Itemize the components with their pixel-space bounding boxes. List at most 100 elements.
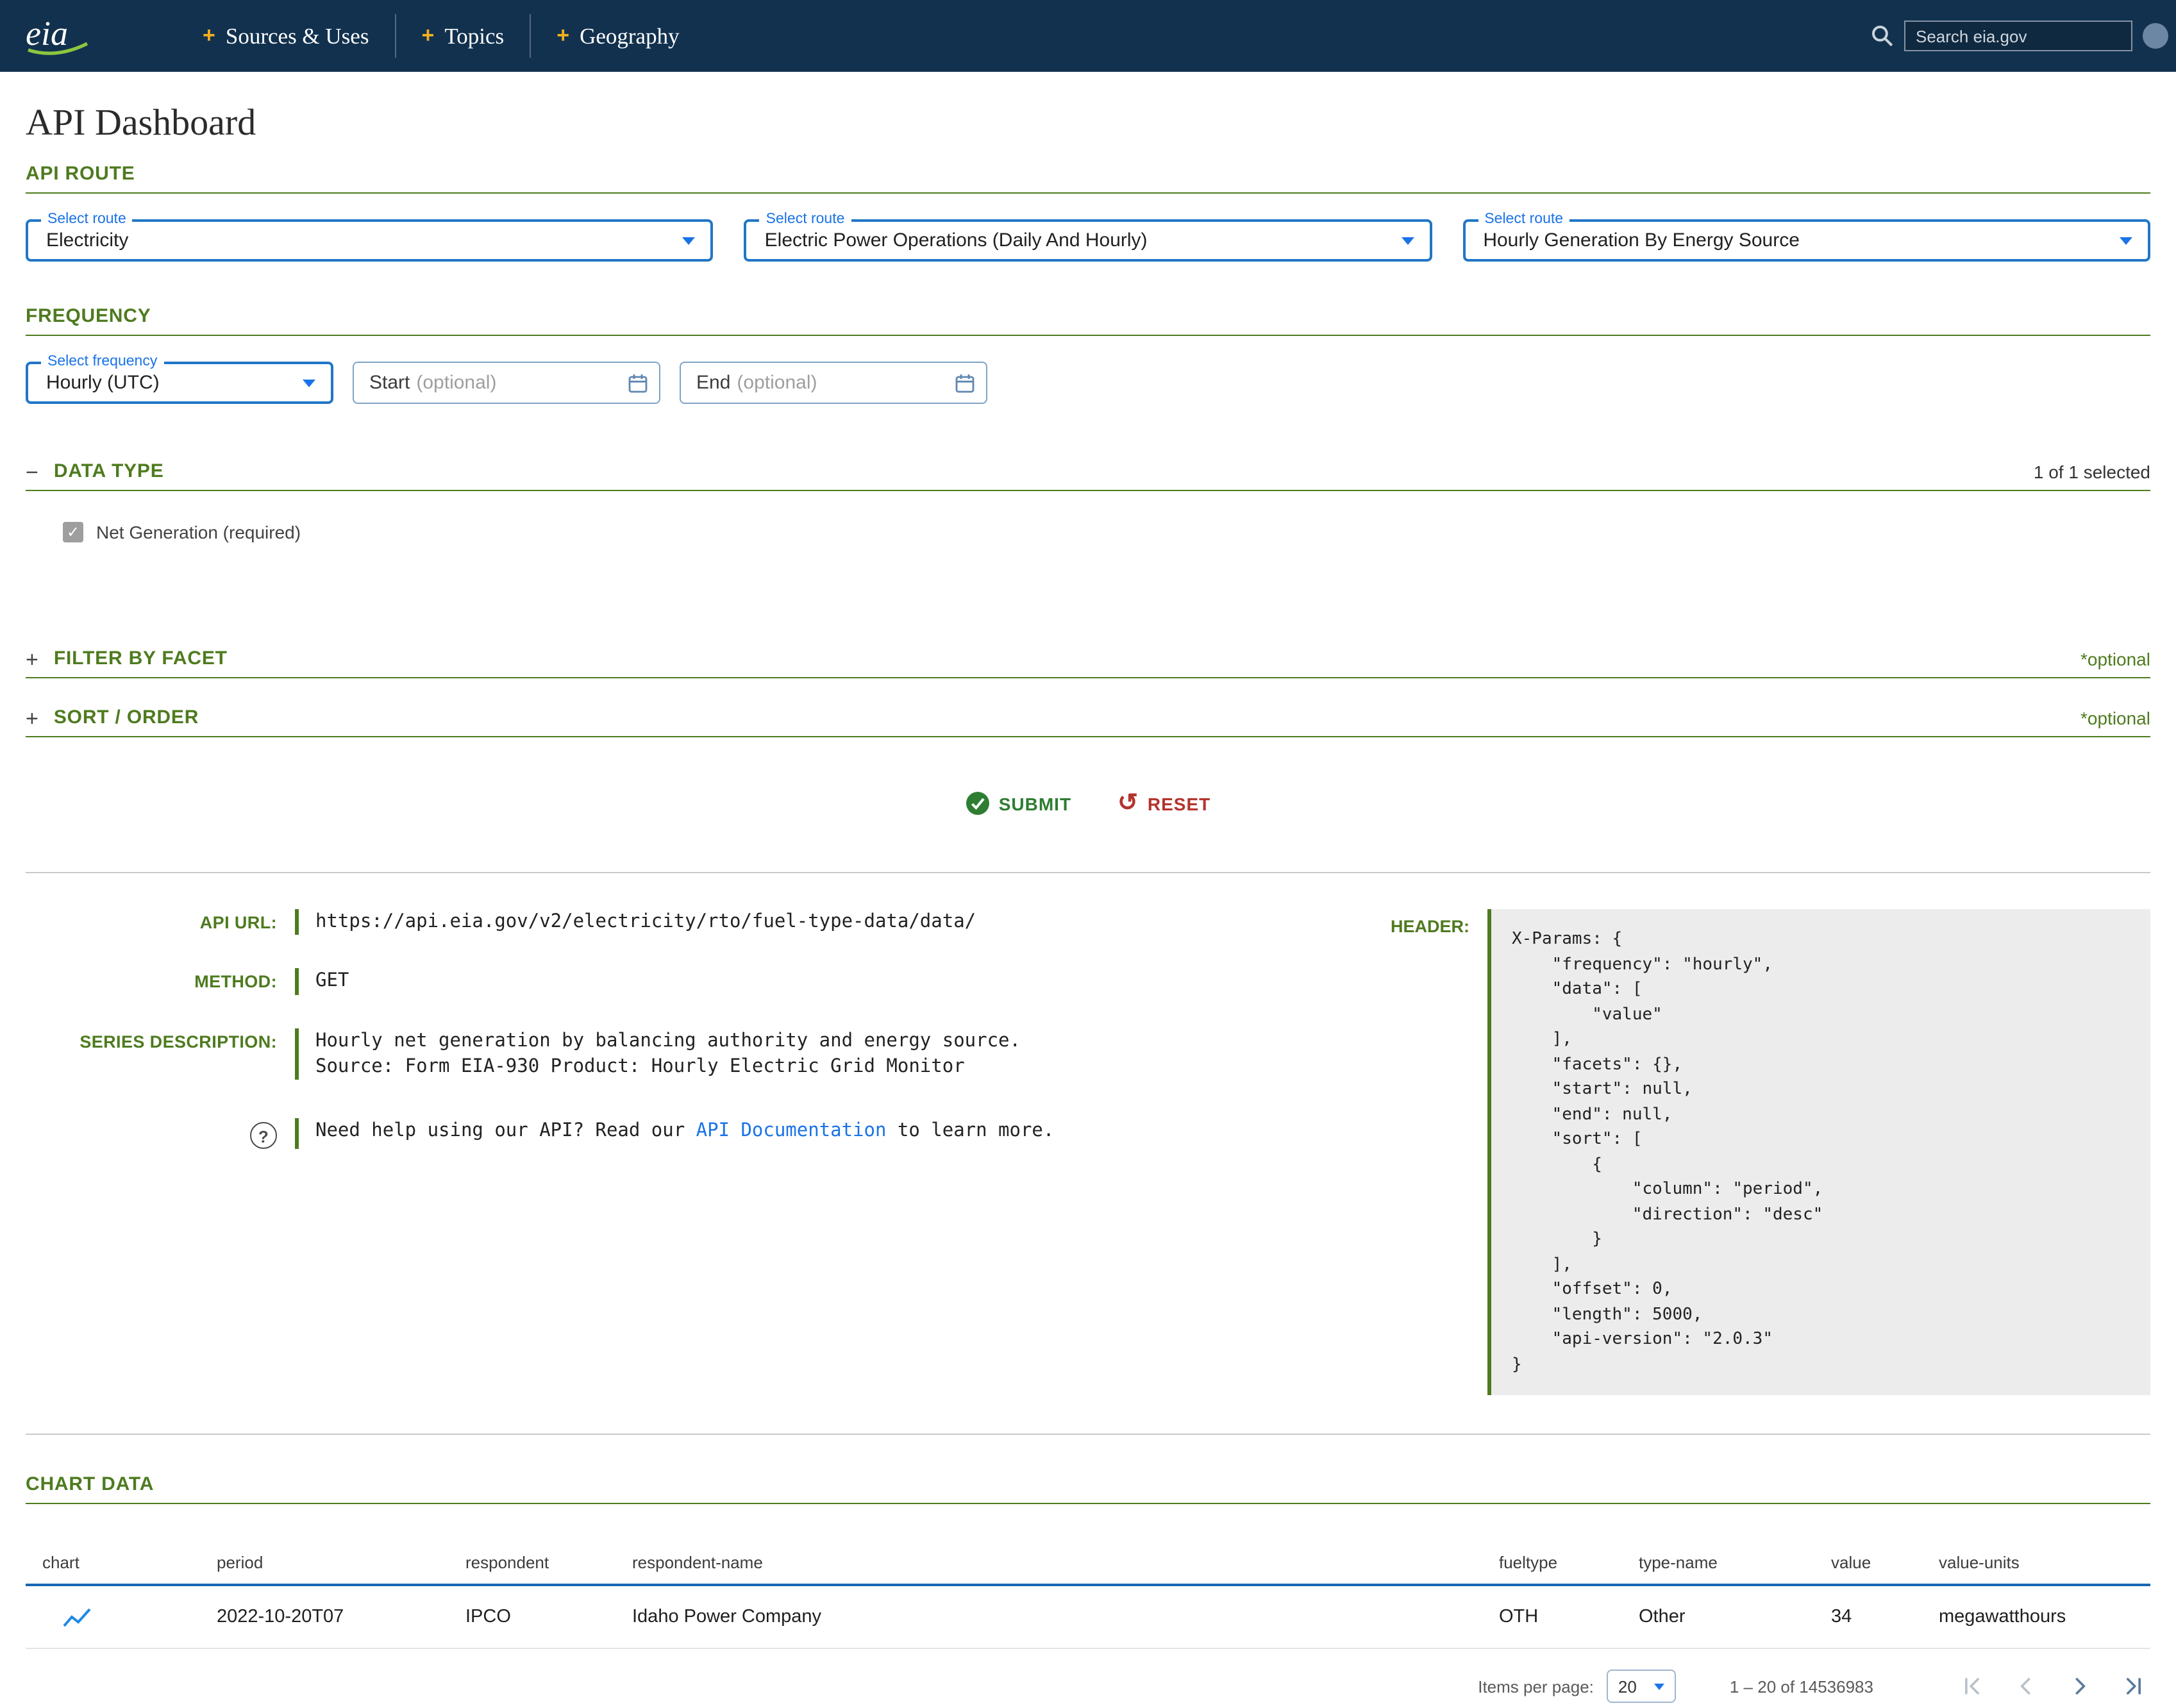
form-actions: SUBMIT ↺ RESET — [26, 791, 2150, 816]
chart-data-header: CHART DATA — [26, 1473, 2150, 1495]
pagination-bar: Items per page: 20 1 – 20 of 14536983 — [0, 1664, 2176, 1708]
cell-type-name: Other — [1639, 1607, 1831, 1627]
end-date-label: End — [696, 372, 730, 394]
last-page-icon — [2120, 1672, 2148, 1700]
top-navbar: eia + Sources & Uses + Topics + Geograph… — [0, 0, 2176, 72]
route-select-2[interactable]: Select route Electric Power Operations (… — [744, 219, 1432, 262]
nav-item-geography[interactable]: + Geography — [530, 14, 705, 58]
frequency-select-value: Hourly (UTC) — [46, 372, 160, 394]
col-value-units: value-units — [1939, 1553, 2150, 1572]
col-fueltype: fueltype — [1499, 1553, 1639, 1572]
section-divider — [26, 1434, 2150, 1435]
next-page-button[interactable] — [2066, 1672, 2094, 1700]
col-respondent: respondent — [465, 1553, 632, 1572]
nav-item-sources-uses[interactable]: + Sources & Uses — [177, 14, 394, 58]
help-icon: ? — [250, 1122, 277, 1149]
help-text-post: to learn more. — [886, 1121, 1054, 1141]
calendar-icon[interactable] — [628, 373, 648, 399]
route-select-3-label: Select route — [1478, 212, 1569, 227]
filter-facet-header: + FILTER BY FACET *optional — [26, 648, 2150, 669]
nav-item-label: Topics — [444, 22, 504, 49]
route-select-1-value: Electricity — [46, 230, 128, 251]
section-rule — [26, 736, 2150, 737]
end-date-input[interactable]: End (optional) — [680, 362, 987, 404]
expand-plus-icon[interactable]: + — [26, 709, 38, 728]
eia-logo[interactable]: eia — [23, 13, 95, 59]
chevron-down-icon — [2120, 237, 2132, 244]
section-rule — [26, 1503, 2150, 1504]
section-rule — [26, 490, 2150, 491]
search-icon[interactable] — [1871, 24, 1894, 47]
frequency-select-label: Select frequency — [41, 354, 163, 369]
table-header-row: chart period respondent respondent-name … — [26, 1553, 2150, 1586]
data-type-selected-count: 1 of 1 selected — [2034, 462, 2150, 482]
start-date-label: Start — [369, 372, 410, 394]
nav-item-label: Geography — [580, 22, 680, 49]
api-route-selects: Select route Electricity Select route El… — [26, 219, 2150, 262]
table-row: 2022-10-20T07 IPCO Idaho Power Company O… — [26, 1586, 2150, 1649]
net-generation-label: Net Generation (required) — [96, 522, 301, 542]
row-chart-button[interactable] — [42, 1606, 217, 1628]
items-per-page-label: Items per page: — [1478, 1677, 1594, 1696]
route-select-3-value: Hourly Generation By Energy Source — [1483, 230, 1800, 251]
search-input[interactable] — [1904, 21, 2132, 51]
col-type-name: type-name — [1639, 1553, 1831, 1572]
start-date-input[interactable]: Start (optional) — [353, 362, 660, 404]
pagination-range: 1 – 20 of 14536983 — [1730, 1677, 1873, 1696]
nav-item-topics[interactable]: + Topics — [394, 14, 530, 58]
sort-order-heading: SORT / ORDER — [54, 707, 199, 728]
chevron-right-icon — [2066, 1672, 2094, 1700]
first-page-button[interactable] — [1958, 1672, 1986, 1700]
header-label: HEADER: — [1359, 909, 1469, 936]
reset-icon: ↺ — [1117, 793, 1139, 814]
route-select-2-label: Select route — [760, 212, 851, 227]
submit-button[interactable]: SUBMIT — [966, 791, 1071, 816]
sort-order-header: + SORT / ORDER *optional — [26, 707, 2150, 728]
chevron-down-icon — [1654, 1683, 1664, 1689]
plus-icon: + — [557, 23, 569, 49]
api-url-label: API URL: — [26, 909, 277, 935]
expand-plus-icon[interactable]: + — [26, 650, 38, 669]
items-per-page-value: 20 — [1618, 1677, 1637, 1696]
eia-logo-icon: eia — [23, 13, 95, 59]
api-route-header: API ROUTE — [26, 163, 2150, 185]
series-description-value: Hourly net generation by balancing autho… — [295, 1028, 1021, 1080]
chevron-down-icon — [303, 379, 315, 387]
frequency-header: FREQUENCY — [26, 305, 2150, 327]
col-chart: chart — [42, 1553, 217, 1572]
section-rule — [26, 192, 2150, 194]
cell-respondent: IPCO — [465, 1607, 632, 1627]
api-documentation-link[interactable]: API Documentation — [696, 1121, 887, 1141]
chevron-down-icon — [1401, 237, 1414, 244]
nav-search-area — [1871, 21, 2153, 51]
previous-page-button[interactable] — [2012, 1672, 2040, 1700]
end-date-hint: (optional) — [737, 372, 817, 394]
reset-button[interactable]: ↺ RESET — [1117, 793, 1210, 814]
last-page-button[interactable] — [2120, 1672, 2148, 1700]
help-text-pre: Need help using our API? Read our — [315, 1121, 696, 1141]
series-description-line1: Hourly net generation by balancing autho… — [315, 1028, 1021, 1054]
line-chart-icon — [63, 1606, 91, 1628]
cell-value-units: megawatthours — [1939, 1607, 2150, 1627]
method-label: METHOD: — [26, 969, 277, 995]
items-per-page-select[interactable]: 20 — [1607, 1670, 1676, 1703]
route-select-3[interactable]: Select route Hourly Generation By Energy… — [1462, 219, 2150, 262]
help-label-cell: ? — [26, 1118, 277, 1149]
route-select-1[interactable]: Select route Electricity — [26, 219, 714, 262]
collapse-minus-icon[interactable]: − — [26, 463, 38, 482]
method-row: METHOD: GET — [26, 969, 1359, 995]
header-code-block: X-Params: { "frequency": "hourly", "data… — [1487, 909, 2150, 1395]
check-circle-icon — [966, 791, 990, 816]
data-type-header: − DATA TYPE 1 of 1 selected — [26, 460, 2150, 482]
frequency-select[interactable]: Select frequency Hourly (UTC) — [26, 362, 333, 404]
user-circle-icon[interactable] — [2143, 23, 2168, 49]
nav-item-label: Sources & Uses — [226, 22, 369, 49]
data-type-heading: DATA TYPE — [54, 460, 164, 482]
api-route-heading: API ROUTE — [26, 163, 135, 185]
first-page-icon — [1958, 1672, 1986, 1700]
page-title: API Dashboard — [26, 103, 2150, 145]
cell-respondent-name: Idaho Power Company — [632, 1607, 1499, 1627]
calendar-icon[interactable] — [955, 373, 975, 399]
start-date-hint: (optional) — [416, 372, 496, 394]
series-description-line2: Source: Form EIA-930 Product: Hourly Ele… — [315, 1054, 1021, 1080]
